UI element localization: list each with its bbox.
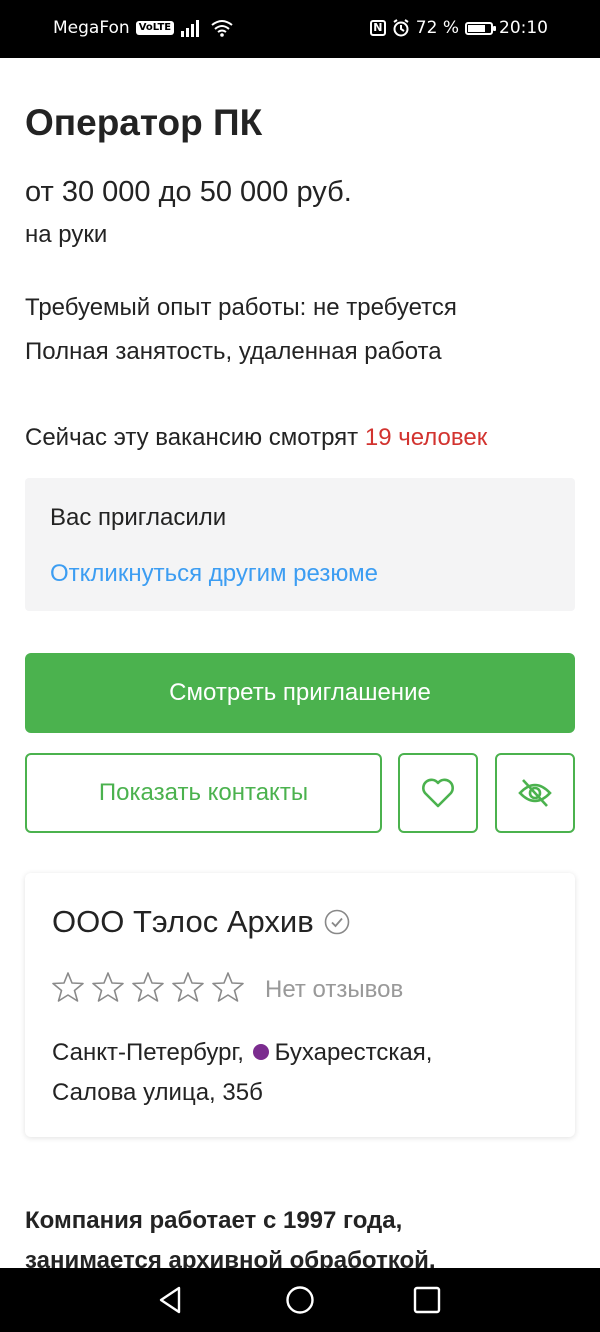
description-line: Компания работает с 1997 года, xyxy=(25,1207,403,1234)
volte-badge: VoLTE xyxy=(135,21,175,35)
description-line: занимается архивной обработкой, xyxy=(25,1247,436,1268)
experience-required: Требуемый опыт работы: не требуется xyxy=(25,294,457,321)
system-nav-bar xyxy=(0,1268,600,1332)
respond-other-resume-link[interactable]: Откликнуться другим резюме xyxy=(50,560,378,588)
clock: 20:10 xyxy=(499,18,548,38)
eye-off-icon xyxy=(518,779,552,807)
battery-icon xyxy=(465,21,496,35)
signal-icon xyxy=(181,20,200,37)
star-icon xyxy=(92,972,124,1002)
star-icon xyxy=(172,972,204,1002)
employment-type: Полная занятость, удаленная работа xyxy=(25,338,442,365)
address-street: Салова улица, 35б xyxy=(52,1079,263,1106)
metro-line-icon xyxy=(252,1044,269,1061)
home-icon[interactable] xyxy=(284,1284,316,1316)
invite-box: Вас пригласили Откликнуться другим резюм… xyxy=(25,478,575,611)
salary: от 30 000 до 50 000 руб. xyxy=(25,176,352,208)
company-card[interactable]: ООО Тэлос Архив Нет отзывов Санкт-Петерб… xyxy=(25,873,575,1137)
company-description: Компания работает с 1997 года, занимаетс… xyxy=(25,1201,575,1268)
vacancy-content: Оператор ПК от 30 000 до 50 000 руб. на … xyxy=(0,58,600,1268)
status-right: N 72 % 20:10 xyxy=(369,18,548,38)
nfc-icon: N xyxy=(369,20,386,36)
status-left: MegaFon VoLTE xyxy=(53,18,234,38)
status-bar: MegaFon VoLTE N 72 % 20:10 xyxy=(0,0,600,58)
back-icon[interactable] xyxy=(155,1284,187,1316)
rating-stars xyxy=(52,971,244,1003)
alarm-icon xyxy=(393,19,409,37)
viewers-now: Сейчас эту вакансию смотрят 19 человек xyxy=(25,424,487,452)
carrier-name: MegaFon xyxy=(53,18,130,38)
company-name[interactable]: ООО Тэлос Архив xyxy=(52,904,350,940)
vacancy-title: Оператор ПК xyxy=(25,102,263,143)
viewers-count: 19 человек xyxy=(364,424,488,451)
star-icon xyxy=(52,972,84,1002)
favorite-button[interactable] xyxy=(398,753,478,833)
show-contacts-button[interactable]: Показать контакты xyxy=(25,753,382,833)
recents-icon[interactable] xyxy=(411,1284,443,1316)
star-icon xyxy=(212,972,244,1002)
star-icon xyxy=(132,972,164,1002)
salary-note: на руки xyxy=(25,221,108,248)
address-city: Санкт-Петербург, xyxy=(52,1039,244,1066)
company-name-text: ООО Тэлос Архив xyxy=(52,904,314,939)
viewers-prefix: Сейчас эту вакансию смотрят xyxy=(25,424,365,451)
heart-icon xyxy=(422,778,454,808)
view-invitation-button[interactable]: Смотреть приглашение xyxy=(25,653,575,733)
reviews-count[interactable]: Нет отзывов xyxy=(265,976,403,1004)
company-address: Санкт-Петербург, Бухарестская, Салова ул… xyxy=(52,1033,552,1113)
invite-label: Вас пригласили xyxy=(50,504,227,531)
metro-station: Бухарестская, xyxy=(274,1039,433,1066)
battery-percent: 72 % xyxy=(415,18,459,38)
hide-vacancy-button[interactable] xyxy=(495,753,575,833)
verified-icon xyxy=(324,909,349,935)
wifi-icon xyxy=(211,20,233,37)
